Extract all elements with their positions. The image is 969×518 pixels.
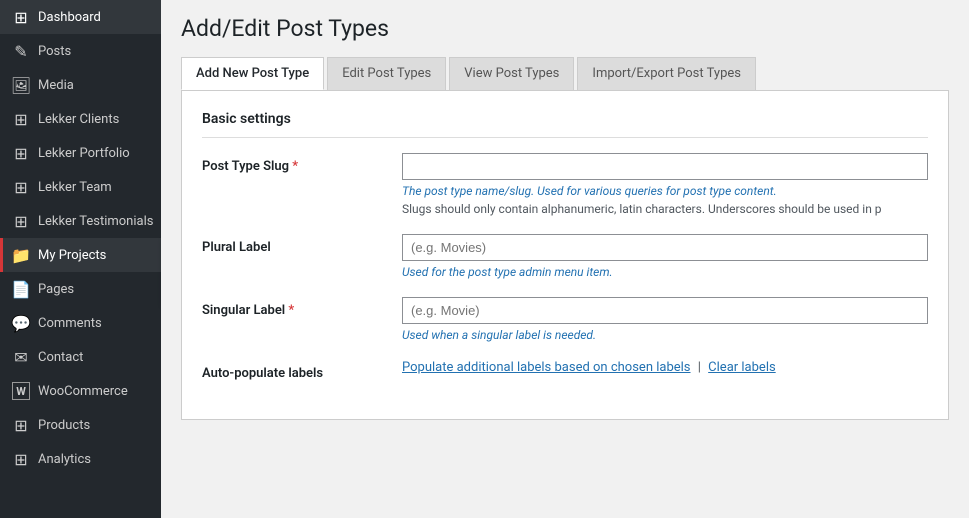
form-row-plural-label: Plural Label Used for the post type admi… — [202, 234, 928, 279]
sidebar-item-media[interactable]: 🖼 Media — [0, 68, 161, 102]
sidebar-item-label: Analytics — [38, 452, 91, 467]
label-post-type-slug: Post Type Slug * — [202, 153, 402, 174]
field-plural-label: Used for the post type admin menu item. — [402, 234, 928, 279]
sidebar-item-woocommerce[interactable]: W WooCommerce — [0, 374, 161, 408]
sidebar-item-posts[interactable]: ✎ Posts — [0, 34, 161, 68]
sidebar-item-label: WooCommerce — [38, 384, 128, 399]
pages-icon: 📄 — [12, 280, 30, 298]
sidebar-item-label: Pages — [38, 282, 74, 297]
tab-view-post-types[interactable]: View Post Types — [449, 57, 574, 90]
link-clear-labels[interactable]: Clear labels — [708, 360, 776, 375]
sidebar-item-pages[interactable]: 📄 Pages — [0, 272, 161, 306]
woocommerce-icon: W — [12, 382, 30, 400]
sidebar-item-label: My Projects — [38, 248, 106, 263]
analytics-icon: ⊞ — [12, 450, 30, 468]
sidebar-item-lekker-portfolio[interactable]: ⊞ Lekker Portfolio — [0, 136, 161, 170]
sidebar-item-label: Dashboard — [38, 10, 101, 25]
main-content: Add/Edit Post Types Add New Post Type Ed… — [161, 0, 969, 518]
media-icon: 🖼 — [12, 76, 30, 94]
required-star: * — [292, 159, 298, 174]
posts-icon: ✎ — [12, 42, 30, 60]
form-row-singular-label: Singular Label * Used when a singular la… — [202, 297, 928, 342]
label-singular: Singular Label * — [202, 297, 402, 318]
sidebar-item-label: Lekker Testimonials — [38, 214, 153, 229]
sidebar-item-label: Comments — [38, 316, 102, 331]
comments-icon: 💬 — [12, 314, 30, 332]
dashboard-icon: ⊞ — [12, 8, 30, 26]
tab-edit-post-types[interactable]: Edit Post Types — [327, 57, 446, 90]
lekker-team-icon: ⊞ — [12, 178, 30, 196]
sidebar-item-label: Lekker Team — [38, 180, 112, 195]
sidebar-item-label: Lekker Clients — [38, 112, 119, 127]
flyout-wrapper: 📁 My Projects All Projects Add new — [0, 238, 161, 272]
hint-singular-label: Used when a singular label is needed. — [402, 328, 928, 342]
label-plural: Plural Label — [202, 234, 402, 255]
sidebar-item-lekker-clients[interactable]: ⊞ Lekker Clients — [0, 102, 161, 136]
sidebar-item-lekker-team[interactable]: ⊞ Lekker Team — [0, 170, 161, 204]
required-star-singular: * — [288, 303, 294, 318]
input-post-type-slug[interactable] — [402, 153, 928, 180]
lekker-portfolio-icon: ⊞ — [12, 144, 30, 162]
input-singular-label[interactable] — [402, 297, 928, 324]
lekker-testimonials-icon: ⊞ — [12, 212, 30, 230]
sidebar-item-label: Contact — [38, 350, 83, 365]
content-panel: Basic settings Post Type Slug * The post… — [181, 90, 949, 420]
sidebar-item-label: Products — [38, 418, 90, 433]
sidebar-item-contact[interactable]: ✉ Contact — [0, 340, 161, 374]
my-projects-icon: 📁 — [12, 246, 30, 264]
warning-post-type-slug: Slugs should only contain alphanumeric, … — [402, 202, 928, 216]
field-post-type-slug: The post type name/slug. Used for variou… — [402, 153, 928, 216]
link-populate-labels[interactable]: Populate additional labels based on chos… — [402, 360, 691, 375]
sidebar-item-label: Lekker Portfolio — [38, 146, 130, 161]
sidebar-item-label: Posts — [38, 44, 71, 59]
input-plural-label[interactable] — [402, 234, 928, 261]
sidebar-item-products[interactable]: ⊞ Products — [0, 408, 161, 442]
label-auto-populate: Auto-populate labels — [202, 360, 402, 381]
lekker-clients-icon: ⊞ — [12, 110, 30, 128]
contact-icon: ✉ — [12, 348, 30, 366]
sidebar-item-dashboard[interactable]: ⊞ Dashboard — [0, 0, 161, 34]
form-row-slug: Post Type Slug * The post type name/slug… — [202, 153, 928, 216]
hint-plural-label: Used for the post type admin menu item. — [402, 265, 928, 279]
separator: | — [698, 360, 701, 375]
tabs-bar: Add New Post Type Edit Post Types View P… — [181, 57, 949, 90]
sidebar-item-my-projects[interactable]: 📁 My Projects — [0, 238, 161, 272]
page-title: Add/Edit Post Types — [181, 15, 949, 42]
products-icon: ⊞ — [12, 416, 30, 434]
sidebar-item-lekker-testimonials[interactable]: ⊞ Lekker Testimonials — [0, 204, 161, 238]
section-title: Basic settings — [202, 111, 928, 138]
sidebar-item-comments[interactable]: 💬 Comments — [0, 306, 161, 340]
sidebar: ⊞ Dashboard ✎ Posts 🖼 Media ⊞ Lekker Cli… — [0, 0, 161, 518]
sidebar-item-analytics[interactable]: ⊞ Analytics — [0, 442, 161, 476]
sidebar-item-label: Media — [38, 78, 74, 93]
tab-import-export[interactable]: Import/Export Post Types — [577, 57, 756, 90]
field-auto-populate: Populate additional labels based on chos… — [402, 360, 928, 375]
field-singular-label: Used when a singular label is needed. — [402, 297, 928, 342]
tab-add-new-post-type[interactable]: Add New Post Type — [181, 57, 324, 90]
form-row-auto-populate: Auto-populate labels Populate additional… — [202, 360, 928, 381]
hint-post-type-slug: The post type name/slug. Used for variou… — [402, 184, 928, 198]
